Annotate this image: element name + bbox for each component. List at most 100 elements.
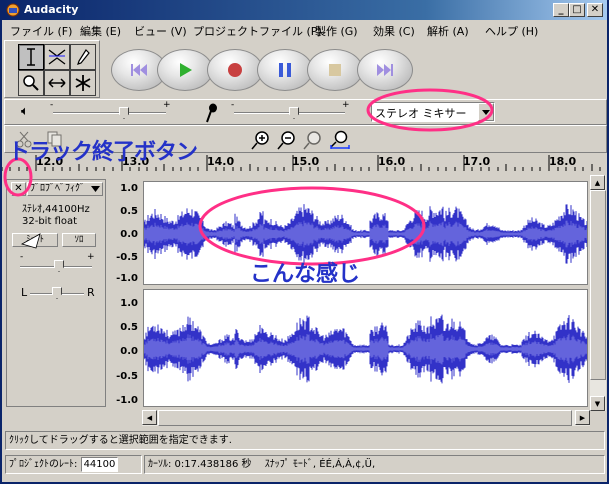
draw-tool[interactable]: [70, 44, 96, 70]
scale-top-0: 0.0: [120, 229, 138, 240]
waveform-annotation: こんな感じ: [250, 262, 361, 287]
scale-top-05: 0.5: [120, 206, 138, 217]
minimize-button[interactable]: _: [553, 3, 569, 17]
tools-toolbar: [4, 40, 100, 98]
scroll-up-button[interactable]: ▲: [590, 175, 605, 190]
stop-button[interactable]: [307, 49, 363, 91]
cursor-position: ｶｰｿﾙ: 0:17.438186 秒: [148, 459, 252, 470]
fit-selection-button[interactable]: [303, 130, 323, 150]
menu-project[interactable]: プロジェクトファイル (P): [193, 23, 322, 39]
mute-button[interactable]: ﾐｭｰﾄ: [12, 233, 58, 247]
skip-end-icon: [377, 64, 393, 76]
project-rate-panel: ﾌﾟﾛｼﾞｪｸﾄのﾚｰﾄ: 44100: [5, 455, 142, 474]
track-control-panel: ✕ ﾌﾞﾛﾌﾞﾍﾞﾌｨｸﾞ ｽﾃﾚｵ,44100Hz 32-bit float …: [6, 179, 106, 407]
status-message: ｸﾘｯｸしてドラッグすると選択範囲を指定できます.: [5, 431, 605, 450]
output-volume-minus: -: [50, 100, 54, 110]
skip-end-button[interactable]: [357, 49, 413, 91]
horizontal-scrollbar[interactable]: ◀ ▶: [142, 410, 590, 426]
mute-label: ﾐｭｰﾄ: [25, 235, 44, 245]
scale-bottom-neg05: -0.5: [116, 371, 138, 382]
input-source-select[interactable]: ステレオ ミキサー: [371, 102, 495, 122]
zoom-out-icon: [277, 131, 295, 150]
ruler-label-14: 14.0: [207, 155, 235, 168]
envelope-tool-icon: [48, 49, 66, 65]
track-close-button[interactable]: ✕: [11, 182, 26, 196]
output-volume-plus: +: [163, 100, 171, 110]
input-volume-slider[interactable]: [289, 107, 299, 119]
vertical-scroll-thumb[interactable]: [590, 190, 606, 380]
zoom-out-button[interactable]: [277, 130, 297, 150]
ruler-label-16: 16.0: [378, 155, 406, 168]
waveform-left-channel[interactable]: [143, 181, 588, 285]
project-rate-input[interactable]: 44100: [80, 457, 119, 472]
fit-project-icon: [330, 130, 350, 149]
menu-bar: ファイル (F) 編集 (E) ビュー (V) プロジェクトファイル (P) 製…: [2, 20, 607, 39]
menu-edit[interactable]: 編集 (E): [80, 23, 121, 39]
menu-generate[interactable]: 製作 (G): [315, 23, 358, 39]
horizontal-scroll-thumb[interactable]: [158, 410, 572, 426]
input-volume-minus: -: [231, 100, 235, 110]
zoom-in-button[interactable]: [251, 130, 271, 150]
gain-plus: +: [87, 252, 95, 262]
play-button[interactable]: [157, 49, 213, 91]
stop-icon: [329, 64, 341, 76]
record-button[interactable]: [207, 49, 263, 91]
gain-minus: -: [20, 252, 24, 262]
scale-bottom-05: 0.5: [120, 322, 138, 333]
scale-bottom-1: 1.0: [120, 298, 138, 309]
pause-button[interactable]: [257, 49, 313, 91]
timeshift-tool[interactable]: [44, 70, 70, 96]
close-button[interactable]: ✕: [587, 3, 603, 17]
track-info-format: 32-bit float: [22, 216, 78, 227]
title-bar[interactable]: Audacity _ □ ✕: [2, 0, 607, 20]
ruler-label-17: 17.0: [463, 155, 491, 168]
multi-tool[interactable]: [70, 70, 96, 96]
pan-right-label: R: [87, 286, 95, 299]
timeshift-tool-icon: [48, 78, 66, 88]
menu-file[interactable]: ファイル (F): [10, 23, 72, 39]
close-button-annotation: トラック終了ボタン: [8, 140, 198, 165]
zoom-tool[interactable]: [18, 70, 44, 96]
minimize-icon: _: [558, 4, 564, 15]
selection-tool-icon: [27, 48, 35, 66]
menu-effect[interactable]: 効果 (C): [373, 23, 415, 39]
fit-project-button[interactable]: [329, 130, 351, 150]
vertical-scrollbar[interactable]: ▲ ▼: [590, 175, 606, 411]
scroll-right-button[interactable]: ▶: [575, 410, 590, 425]
track-name-menu[interactable]: ﾌﾞﾛﾌﾞﾍﾞﾌｨｸﾞ: [27, 182, 103, 196]
scale-top-neg1: -1.0: [116, 273, 138, 284]
audacity-window: Audacity _ □ ✕ ファイル (F) 編集 (E) ビュー (V) プ…: [0, 0, 609, 484]
output-volume-slider[interactable]: [119, 107, 129, 119]
envelope-tool[interactable]: [44, 44, 70, 70]
draw-tool-icon: [77, 49, 90, 65]
scroll-down-icon: ▼: [594, 399, 601, 408]
play-icon: [180, 63, 192, 77]
selection-tool[interactable]: [18, 44, 44, 70]
scroll-down-button[interactable]: ▼: [590, 396, 605, 411]
close-track-icon: ✕: [14, 183, 23, 194]
waveform-right-channel[interactable]: [143, 289, 588, 407]
skip-start-icon: [131, 64, 147, 76]
maximize-button[interactable]: □: [569, 3, 585, 17]
record-icon: [228, 63, 242, 77]
multi-tool-icon: [75, 75, 91, 91]
input-source-dropdown[interactable]: [478, 103, 494, 121]
track-info-rate: ｽﾃﾚｵ,44100Hz: [22, 204, 90, 215]
audacity-icon: [6, 3, 20, 17]
gain-slider[interactable]: [54, 260, 64, 272]
zoom-tool-icon: [23, 75, 39, 91]
scroll-left-button[interactable]: ◀: [142, 410, 157, 425]
menu-view[interactable]: ビュー (V): [134, 23, 187, 39]
scale-bottom-neg1: -1.0: [116, 395, 138, 406]
snap-status: ｽﾅｯﾌﾟ ﾓｰﾄﾞ, ÉÉ,Á,À,¢,Ü,: [264, 459, 376, 470]
track-area: ✕ ﾌﾞﾛﾌﾞﾍﾞﾌｨｸﾞ ｽﾃﾚｵ,44100Hz 32-bit float …: [6, 175, 588, 411]
output-volume-track: [53, 112, 166, 114]
menu-analyze[interactable]: 解析 (A): [427, 23, 469, 39]
vertical-scale: 1.0 0.5 0.0 -0.5 -1.0 1.0 0.5 0.0 -0.5 -…: [107, 179, 141, 407]
solo-button[interactable]: ｿﾛ: [62, 233, 96, 247]
pan-slider[interactable]: [52, 287, 62, 299]
window-title: Audacity: [24, 3, 79, 16]
scale-top-neg05: -0.5: [116, 252, 138, 263]
menu-help[interactable]: ヘルプ (H): [485, 23, 538, 39]
pan-left-label: L: [21, 286, 28, 299]
